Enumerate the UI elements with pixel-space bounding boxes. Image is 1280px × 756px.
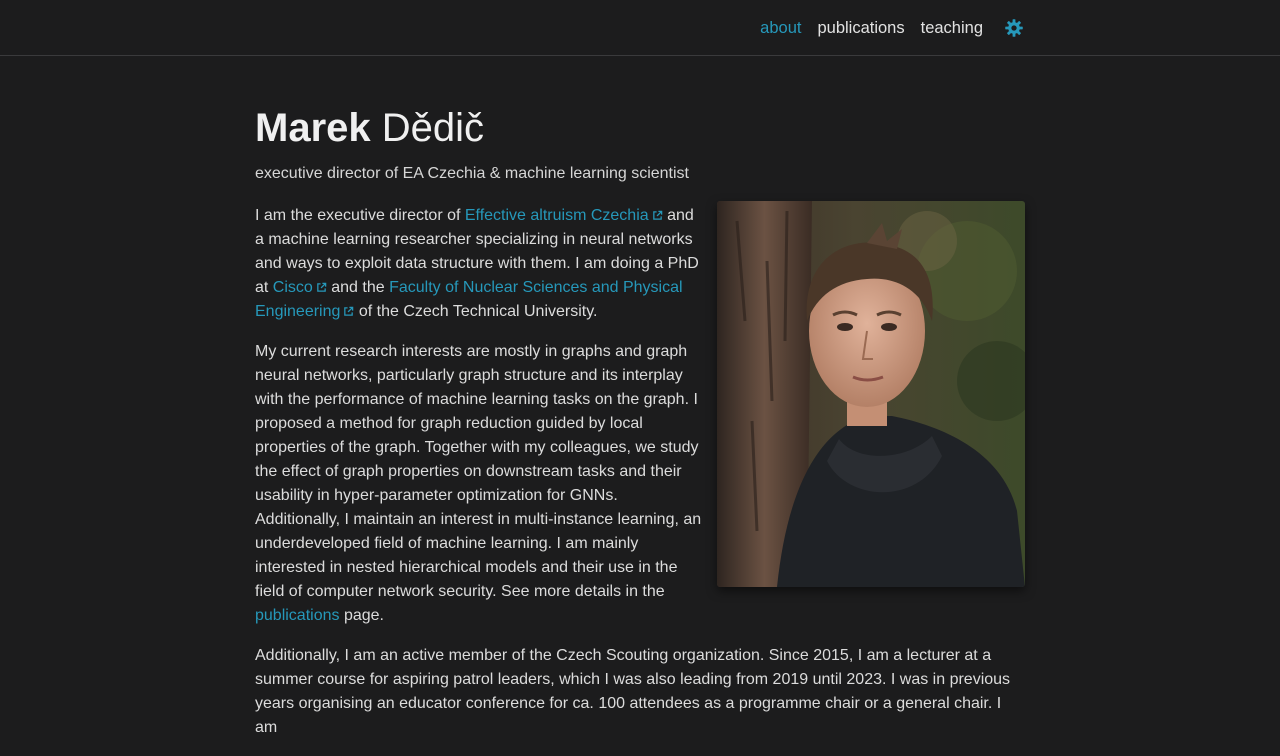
bio-text: and the [326,279,390,296]
navbar: about publications teaching [0,0,1280,56]
last-name: Dědič [381,106,485,150]
publications-link[interactable]: publications [255,607,340,624]
nav-about[interactable]: about [760,19,801,38]
bio-text: I am the executive director of [255,207,465,224]
main-content: Marek Dědič executive director of EA Cze… [255,56,1025,756]
nav-teaching[interactable]: teaching [921,19,983,38]
gear-icon [1005,19,1023,37]
profile-photo-image [717,201,1025,587]
profile-photo [717,201,1025,587]
external-link-icon [317,282,327,292]
bio-paragraph-1: I am the executive director of Effective… [255,204,705,324]
page-title: Marek Dědič [255,106,1025,150]
external-link-icon [652,210,662,220]
bio-paragraph-3: Additionally, I am an active member of t… [255,647,1011,736]
nav-links: about publications teaching [760,0,1025,56]
bio-text: of the Czech Technical University. [354,303,598,320]
page-description: executive director of EA Czechia & machi… [255,165,689,182]
ea-czechia-link[interactable]: Effective altruism Czechia [465,207,649,224]
bio-text: My current research interests are mostly… [255,343,702,600]
cisco-link[interactable]: Cisco [273,279,313,296]
bio-paragraph-2: My current research interests are mostly… [255,340,705,628]
first-name: Marek [255,106,371,150]
nav-publications[interactable]: publications [817,19,904,38]
theme-toggle-button[interactable] [1003,17,1025,39]
external-link-icon [344,306,354,316]
bio-text: page. [339,607,384,624]
